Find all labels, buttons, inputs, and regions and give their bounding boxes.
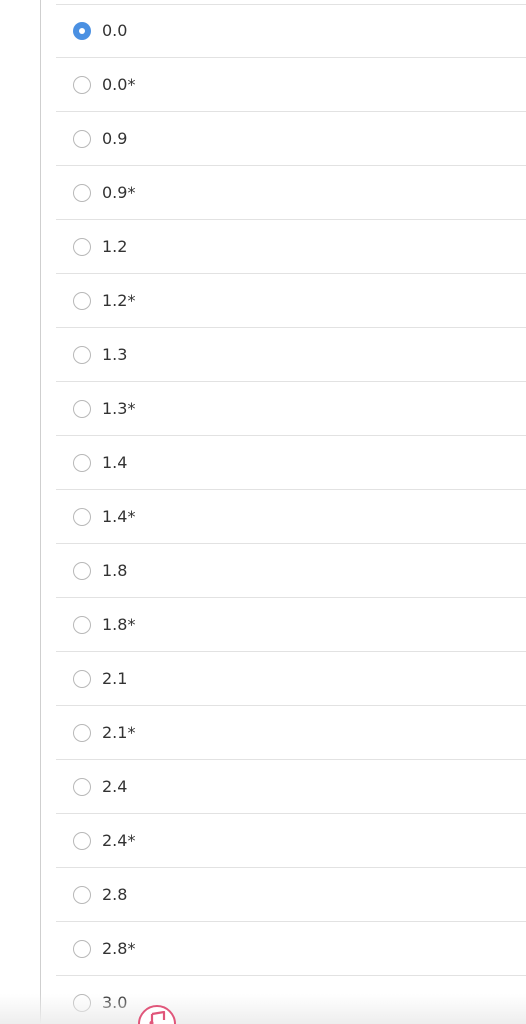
option-label: 2.4 <box>102 777 128 796</box>
radio-button[interactable] <box>73 345 91 364</box>
option-row[interactable]: 1.3 <box>56 328 526 382</box>
option-row[interactable]: 2.4* <box>56 814 526 868</box>
options-list: 0.0 0.0* 0.9 0.9* 1.2 1.2* 1.3 1.3* 1.4 … <box>56 4 526 1024</box>
radio-button[interactable] <box>73 669 91 688</box>
option-label: 0.0* <box>102 75 136 94</box>
option-row[interactable]: 1.2* <box>56 274 526 328</box>
option-label: 1.3 <box>102 345 128 364</box>
left-divider <box>40 0 41 1024</box>
radio-button[interactable] <box>73 183 91 202</box>
option-label: 2.1* <box>102 723 136 742</box>
radio-button[interactable] <box>73 237 91 256</box>
option-row[interactable]: 1.4 <box>56 436 526 490</box>
radio-button[interactable] <box>73 777 91 796</box>
option-label: 2.4* <box>102 831 136 850</box>
option-row[interactable]: 3.0 <box>56 976 526 1024</box>
radio-button[interactable] <box>73 561 91 580</box>
option-label: 1.8* <box>102 615 136 634</box>
music-note-icon <box>149 1011 166 1024</box>
option-row[interactable]: 0.0 <box>56 4 526 58</box>
radio-options-panel: 0.0 0.0* 0.9 0.9* 1.2 1.2* 1.3 1.3* 1.4 … <box>0 0 526 1024</box>
option-label: 1.4 <box>102 453 128 472</box>
option-label: 2.8 <box>102 885 128 904</box>
option-label: 0.0 <box>102 21 128 40</box>
option-row[interactable]: 1.3* <box>56 382 526 436</box>
option-label: 1.2 <box>102 237 128 256</box>
option-row[interactable]: 2.4 <box>56 760 526 814</box>
option-row[interactable]: 1.8 <box>56 544 526 598</box>
radio-button[interactable] <box>73 831 91 850</box>
radio-button[interactable] <box>73 75 91 94</box>
option-row[interactable]: 1.8* <box>56 598 526 652</box>
option-label: 0.9* <box>102 183 136 202</box>
option-row[interactable]: 1.2 <box>56 220 526 274</box>
radio-button[interactable] <box>73 129 91 148</box>
radio-button[interactable] <box>73 399 91 418</box>
option-row[interactable]: 0.9* <box>56 166 526 220</box>
option-row[interactable]: 0.9 <box>56 112 526 166</box>
option-row[interactable]: 0.0* <box>56 58 526 112</box>
radio-button[interactable] <box>73 507 91 526</box>
radio-button[interactable] <box>73 291 91 310</box>
radio-button[interactable] <box>73 993 91 1012</box>
radio-button-selected[interactable] <box>73 21 91 40</box>
option-label: 1.2* <box>102 291 136 310</box>
option-label: 1.4* <box>102 507 136 526</box>
option-label: 0.9 <box>102 129 128 148</box>
option-label: 2.1 <box>102 669 128 688</box>
option-label: 1.8 <box>102 561 128 580</box>
radio-button[interactable] <box>73 723 91 742</box>
option-row[interactable]: 2.8* <box>56 922 526 976</box>
radio-button[interactable] <box>73 615 91 634</box>
option-label: 3.0 <box>102 993 128 1012</box>
option-label: 2.8* <box>102 939 136 958</box>
option-row[interactable]: 2.1* <box>56 706 526 760</box>
option-row[interactable]: 2.1 <box>56 652 526 706</box>
radio-button[interactable] <box>73 453 91 472</box>
option-row[interactable]: 2.8 <box>56 868 526 922</box>
option-row[interactable]: 1.4* <box>56 490 526 544</box>
option-label: 1.3* <box>102 399 136 418</box>
radio-button[interactable] <box>73 885 91 904</box>
radio-button[interactable] <box>73 939 91 958</box>
